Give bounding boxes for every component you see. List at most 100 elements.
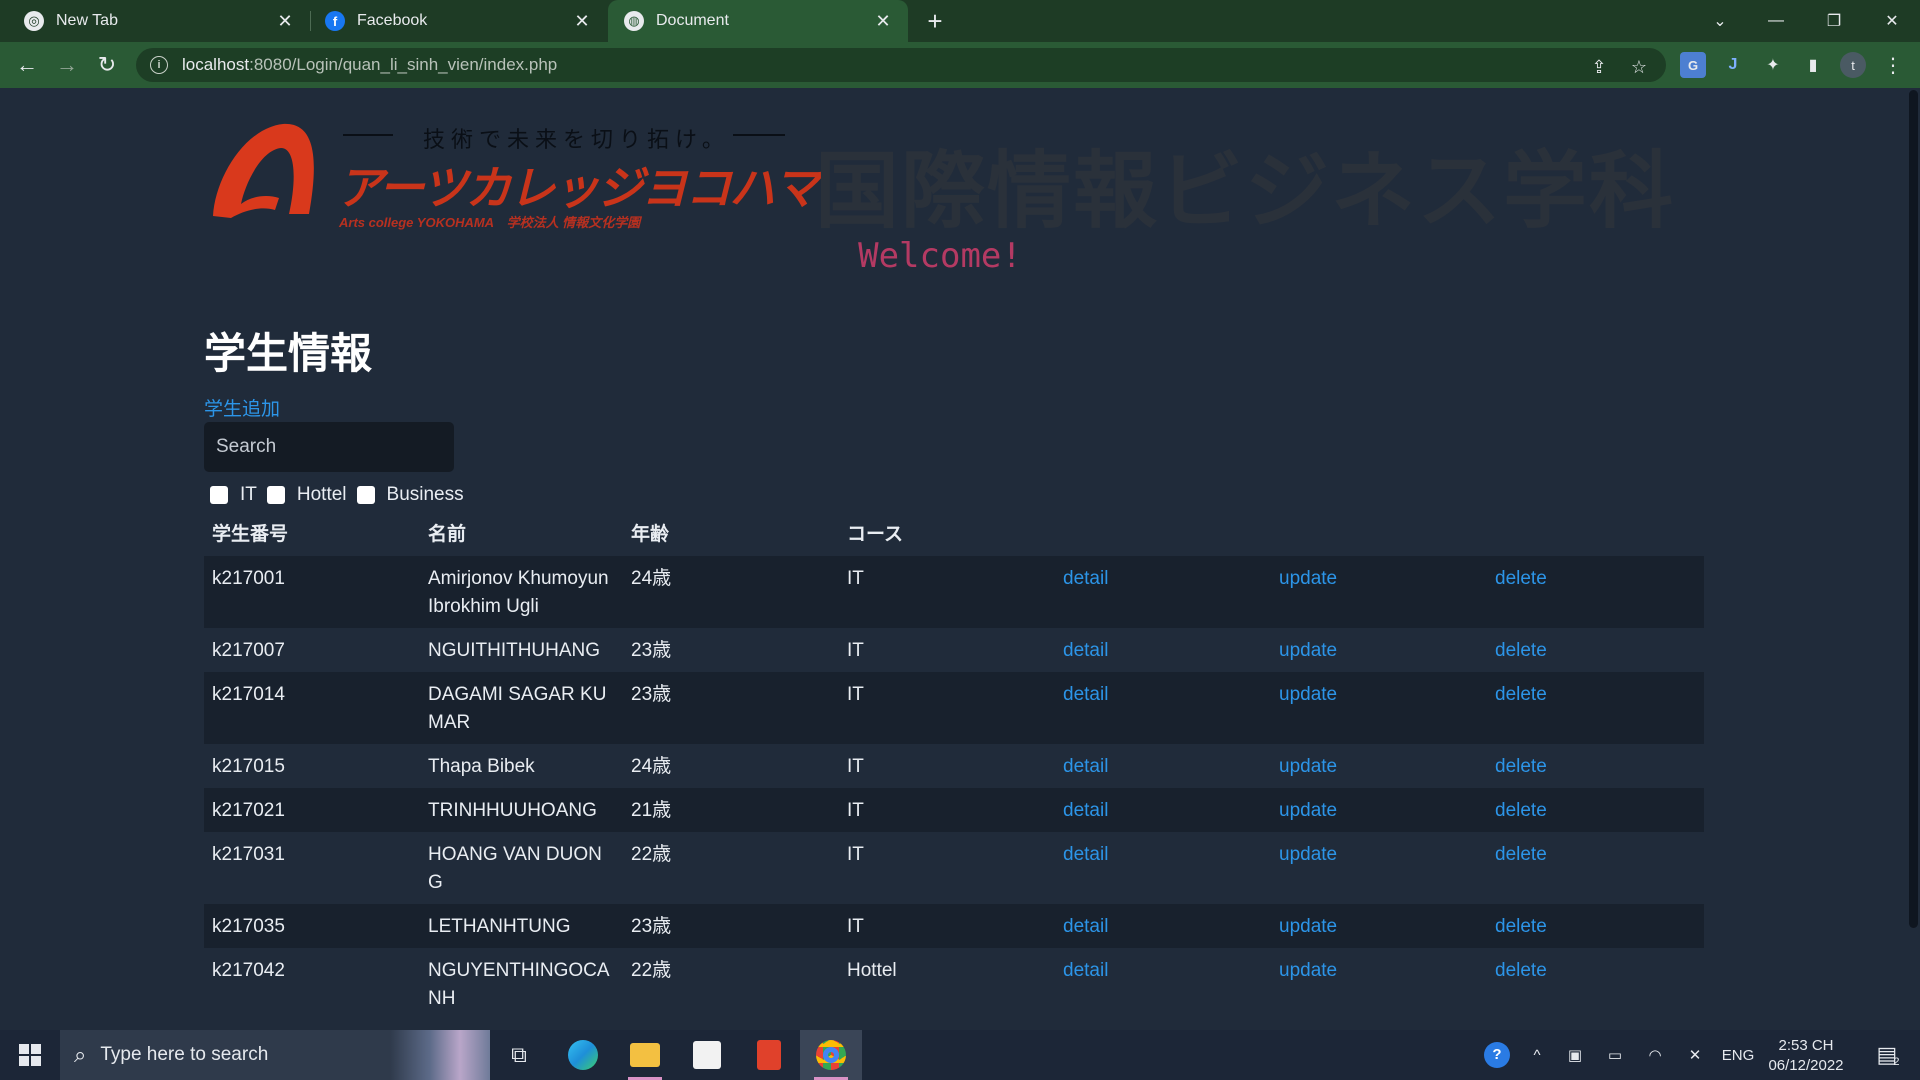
site-info-icon[interactable]: i [150,56,168,74]
student-name-text: LETHANHTUNG [428,916,571,937]
filter-hottel-checkbox[interactable] [266,486,285,504]
delete-cell: delete [1487,672,1704,744]
help-icon[interactable]: ? [1480,1030,1514,1080]
address-bar[interactable]: i localhost:8080/Login/quan_li_sinh_vien… [136,48,1666,82]
filter-it-label: IT [240,484,257,505]
page-scrollbar[interactable] [1906,88,1920,1030]
tab-facebook[interactable]: f Facebook ✕ [311,0,607,42]
student-course-cell: IT [839,788,1055,832]
reload-icon[interactable]: ↻ [90,48,124,82]
delete-link[interactable]: delete [1495,800,1547,821]
students-table: 学生番号 名前 年齢 コース k217001 Amirjonov Khumoyun… [204,506,1704,1020]
task-view-icon[interactable]: ⧉ [488,1030,550,1080]
detail-link[interactable]: detail [1063,916,1108,937]
office-icon[interactable] [738,1030,800,1080]
extensions-puzzle-icon[interactable]: ✦ [1760,52,1786,78]
bookmark-star-icon[interactable]: ☆ [1628,56,1650,78]
student-id-cell: k217031 [204,832,420,904]
delete-link[interactable]: delete [1495,916,1547,937]
search-input[interactable] [204,422,454,472]
forward-arrow-icon[interactable]: → [50,48,84,82]
add-student-link[interactable]: 学生追加 [204,394,280,421]
filter-business-checkbox[interactable] [356,486,375,504]
update-link[interactable]: update [1279,640,1337,661]
update-link[interactable]: update [1279,756,1337,777]
detail-link[interactable]: detail [1063,684,1108,705]
student-course-text: IT [847,844,864,865]
update-link[interactable]: update [1279,960,1337,981]
volume-muted-icon[interactable]: ✕ [1680,1030,1710,1080]
student-name-cell: TRINHHUUHOANG [420,788,623,832]
filter-it-checkbox[interactable] [210,486,228,504]
close-icon[interactable]: ✕ [274,11,296,32]
student-id-text: k217031 [212,844,285,865]
update-link[interactable]: update [1279,844,1337,865]
delete-cell: delete [1487,904,1704,948]
scrollbar-thumb[interactable] [1909,90,1918,928]
detail-link[interactable]: detail [1063,844,1108,865]
delete-link[interactable]: delete [1495,568,1547,589]
notification-center-icon[interactable]: ▤ 2 [1866,1030,1910,1080]
tab-new-tab[interactable]: ◎ New Tab ✕ [0,0,310,42]
filter-hottel-label: Hottel [296,484,347,505]
update-cell: update [1271,672,1487,744]
profile-avatar[interactable]: t [1840,52,1866,78]
minimize-button[interactable]: — [1748,0,1804,42]
student-age-cell: 24歳 [623,556,839,628]
wifi-icon[interactable]: ◠ [1640,1030,1670,1080]
close-window-button[interactable]: ✕ [1864,0,1920,42]
battery-icon[interactable]: ▭ [1600,1030,1630,1080]
school-logo-icon [213,123,314,218]
taskbar-clock[interactable]: 2:53 CH 06/12/2022 [1760,1036,1852,1076]
chrome-taskbar-icon[interactable] [800,1030,862,1080]
student-course-text: Hottel [847,960,897,981]
close-icon[interactable]: ✕ [571,11,593,32]
close-icon[interactable]: ✕ [872,11,894,32]
taskbar-search-box[interactable]: ⌕ Type here to search [60,1030,490,1080]
update-link[interactable]: update [1279,684,1337,705]
globe-icon: ◍ [624,11,644,31]
delete-link[interactable]: delete [1495,684,1547,705]
share-icon[interactable]: ⇪ [1588,56,1610,78]
student-name-cell: NGUITHITHUHANG [420,628,623,672]
update-link[interactable]: update [1279,568,1337,589]
logo-wordmark: アーツカレッジヨコハマ [337,162,819,214]
detail-link[interactable]: detail [1063,756,1108,777]
tab-document[interactable]: ◍ Document ✕ [608,0,908,42]
detail-link[interactable]: detail [1063,640,1108,661]
update-cell: update [1271,788,1487,832]
extension-j-icon[interactable]: J [1720,52,1746,78]
student-age-text: 23歳 [631,684,672,705]
meet-now-icon[interactable]: ▣ [1560,1030,1590,1080]
windows-start-button[interactable] [0,1030,60,1080]
side-panel-icon[interactable]: ▮ [1800,52,1826,78]
delete-link[interactable]: delete [1495,756,1547,777]
show-hidden-icons-chevron-icon[interactable]: ^ [1522,1030,1552,1080]
delete-link[interactable]: delete [1495,960,1547,981]
delete-link[interactable]: delete [1495,640,1547,661]
language-indicator[interactable]: ENG [1718,1030,1758,1080]
student-id-text: k217042 [212,960,285,981]
student-name-text: Thapa Bibek [428,756,535,777]
student-age-cell: 23歳 [623,904,839,948]
update-cell: update [1271,904,1487,948]
detail-link[interactable]: detail [1063,960,1108,981]
student-course-text: IT [847,800,864,821]
detail-link[interactable]: detail [1063,800,1108,821]
file-explorer-icon[interactable] [614,1030,676,1080]
new-tab-button[interactable]: + [920,0,950,42]
tab-search-chevron-icon[interactable]: ⌄ [1692,0,1748,42]
detail-cell: detail [1055,832,1271,904]
url-host: localhost [182,55,250,74]
back-arrow-icon[interactable]: ← [10,48,44,82]
microsoft-store-icon[interactable] [676,1030,738,1080]
google-translate-icon[interactable]: G [1680,52,1706,78]
table-row: k217015 Thapa Bibek 24歳 IT detail update delet… [204,744,1704,788]
restore-button[interactable]: ❐ [1806,0,1862,42]
update-link[interactable]: update [1279,800,1337,821]
edge-browser-icon[interactable] [552,1030,614,1080]
detail-link[interactable]: detail [1063,568,1108,589]
browser-menu-icon[interactable]: ⋮ [1880,52,1906,78]
update-link[interactable]: update [1279,916,1337,937]
delete-link[interactable]: delete [1495,844,1547,865]
